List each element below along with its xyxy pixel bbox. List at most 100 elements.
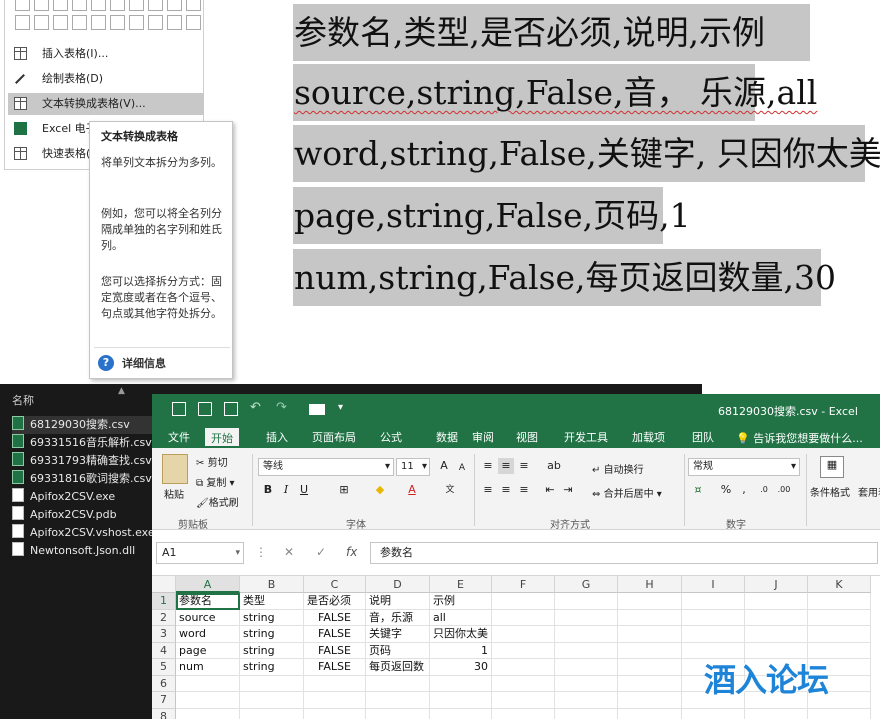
file-item[interactable]: 69331516音乐解析.csv <box>12 434 152 452</box>
column-header[interactable]: E <box>430 576 492 593</box>
table-cell[interactable] <box>492 593 555 610</box>
table-cell[interactable] <box>808 626 871 643</box>
table-grid-cell[interactable] <box>167 0 182 11</box>
redo-icon[interactable]: ↷ <box>276 400 287 415</box>
table-cell[interactable]: string <box>240 659 304 676</box>
tab-6[interactable]: 数据 <box>436 429 458 445</box>
tab-11[interactable]: 团队 <box>692 429 714 445</box>
explorer-header[interactable]: 名称 <box>12 392 34 408</box>
table-cell[interactable] <box>555 708 618 719</box>
tab-4[interactable]: 页面布局 <box>312 429 356 445</box>
table-cell[interactable] <box>555 642 618 659</box>
tooltip-more-info-link[interactable]: 详细信息 <box>122 355 166 371</box>
table-cell[interactable] <box>618 642 682 659</box>
select-all-corner[interactable] <box>152 576 176 593</box>
column-header[interactable]: I <box>682 576 745 593</box>
decrease-indent-icon[interactable]: ⇤ <box>542 482 558 498</box>
table-cell[interactable]: 每页返回数 <box>366 659 430 676</box>
column-header[interactable]: A <box>176 576 240 593</box>
wrap-text-button[interactable]: ↵ 自动换行 <box>592 461 644 476</box>
table-grid-cell[interactable] <box>91 0 106 11</box>
font-size-select[interactable]: 11 ▾ <box>396 458 430 476</box>
table-cell[interactable] <box>618 708 682 719</box>
align-top-icon[interactable]: ≡ <box>480 458 496 474</box>
table-cell[interactable] <box>430 708 492 719</box>
tab-1[interactable]: 文件 <box>168 429 190 445</box>
table-cell[interactable] <box>240 692 304 709</box>
table-cell[interactable] <box>618 626 682 643</box>
fill-color-icon[interactable]: ◆ <box>372 482 388 498</box>
column-header[interactable]: C <box>304 576 366 593</box>
column-header[interactable]: J <box>745 576 808 593</box>
merge-center-button[interactable]: ⇔ 合并后居中 ▾ <box>592 485 662 500</box>
table-grid-cell[interactable] <box>186 0 201 11</box>
table-grid-picker[interactable] <box>15 0 205 38</box>
phonetic-icon[interactable]: 文 <box>442 482 458 498</box>
menu-item-draw-table[interactable]: 绘制表格(D) <box>8 68 204 90</box>
table-cell[interactable] <box>366 675 430 692</box>
table-cell[interactable]: FALSE <box>304 626 366 643</box>
undo-icon[interactable]: ↶ <box>250 400 261 415</box>
table-grid-cell[interactable] <box>110 0 125 11</box>
font-color-icon[interactable]: A <box>404 482 420 498</box>
table-cell[interactable] <box>176 708 240 719</box>
tab-9[interactable]: 开发工具 <box>564 429 608 445</box>
table-cell[interactable] <box>304 675 366 692</box>
paste-button[interactable]: 粘贴 <box>164 486 184 501</box>
table-cell[interactable]: page <box>176 642 240 659</box>
row-header[interactable]: 1 <box>152 593 176 610</box>
comma-button[interactable]: , <box>736 482 752 498</box>
new-file-icon[interactable] <box>198 402 212 416</box>
table-cell[interactable] <box>555 609 618 626</box>
table-cell[interactable] <box>240 708 304 719</box>
table-cell[interactable] <box>555 593 618 610</box>
insert-function-icon[interactable]: fx <box>346 545 357 559</box>
table-cell[interactable] <box>682 708 745 719</box>
borders-icon[interactable]: ⊞ <box>336 482 352 498</box>
table-cell[interactable]: num <box>176 659 240 676</box>
table-cell[interactable]: 只因你太美 <box>430 626 492 643</box>
table-cell[interactable]: string <box>240 609 304 626</box>
row-header[interactable]: 6 <box>152 675 176 692</box>
increase-font-icon[interactable]: A <box>436 458 452 474</box>
table-cell[interactable] <box>430 692 492 709</box>
confirm-icon[interactable]: ✓ <box>316 545 326 559</box>
table-cell[interactable] <box>618 692 682 709</box>
table-cell[interactable]: 类型 <box>240 593 304 610</box>
decrease-decimal-icon[interactable]: .00 <box>776 482 792 498</box>
table-grid-cell[interactable] <box>72 15 87 30</box>
row-header[interactable]: 5 <box>152 659 176 676</box>
table-cell[interactable] <box>430 675 492 692</box>
format-as-table-button[interactable]: 套用表格 <box>858 484 880 499</box>
table-cell[interactable]: 示例 <box>430 593 492 610</box>
name-box[interactable]: A1 ▾ <box>156 542 244 564</box>
file-item[interactable]: Apifox2CSV.exe <box>12 488 152 506</box>
table-cell[interactable]: string <box>240 642 304 659</box>
table-grid-cell[interactable] <box>110 15 125 30</box>
tab-5[interactable]: 公式 <box>380 429 402 445</box>
format-painter-button[interactable]: 🖌格式刷 <box>196 494 239 509</box>
row-header[interactable]: 4 <box>152 642 176 659</box>
italic-button[interactable]: I <box>278 482 294 498</box>
cut-button[interactable]: ✂ 剪切 <box>196 454 228 469</box>
table-cell[interactable] <box>745 593 808 610</box>
file-item[interactable]: Newtonsoft.Json.dll <box>12 542 152 560</box>
copy-button[interactable]: ⧉ 复制 ▾ <box>196 474 235 489</box>
align-bottom-icon[interactable]: ≡ <box>516 458 532 474</box>
tell-me-box[interactable]: 💡 告诉我您想要做什么... <box>736 430 863 446</box>
column-header[interactable]: F <box>492 576 555 593</box>
table-cell[interactable] <box>745 609 808 626</box>
menu-item-insert-table[interactable]: 插入表格(I)... <box>8 43 204 65</box>
row-header[interactable]: 3 <box>152 626 176 643</box>
table-cell[interactable] <box>492 692 555 709</box>
cancel-icon[interactable]: ✕ <box>284 545 294 559</box>
table-grid-cell[interactable] <box>91 15 106 30</box>
table-cell[interactable] <box>555 626 618 643</box>
table-cell[interactable] <box>618 659 682 676</box>
align-right-icon[interactable]: ≡ <box>516 482 532 498</box>
open-folder-icon[interactable] <box>309 404 325 415</box>
table-cell[interactable]: FALSE <box>304 659 366 676</box>
table-cell[interactable] <box>682 593 745 610</box>
table-cell[interactable] <box>366 692 430 709</box>
customize-toolbar-icon[interactable]: ▾ <box>338 402 343 413</box>
